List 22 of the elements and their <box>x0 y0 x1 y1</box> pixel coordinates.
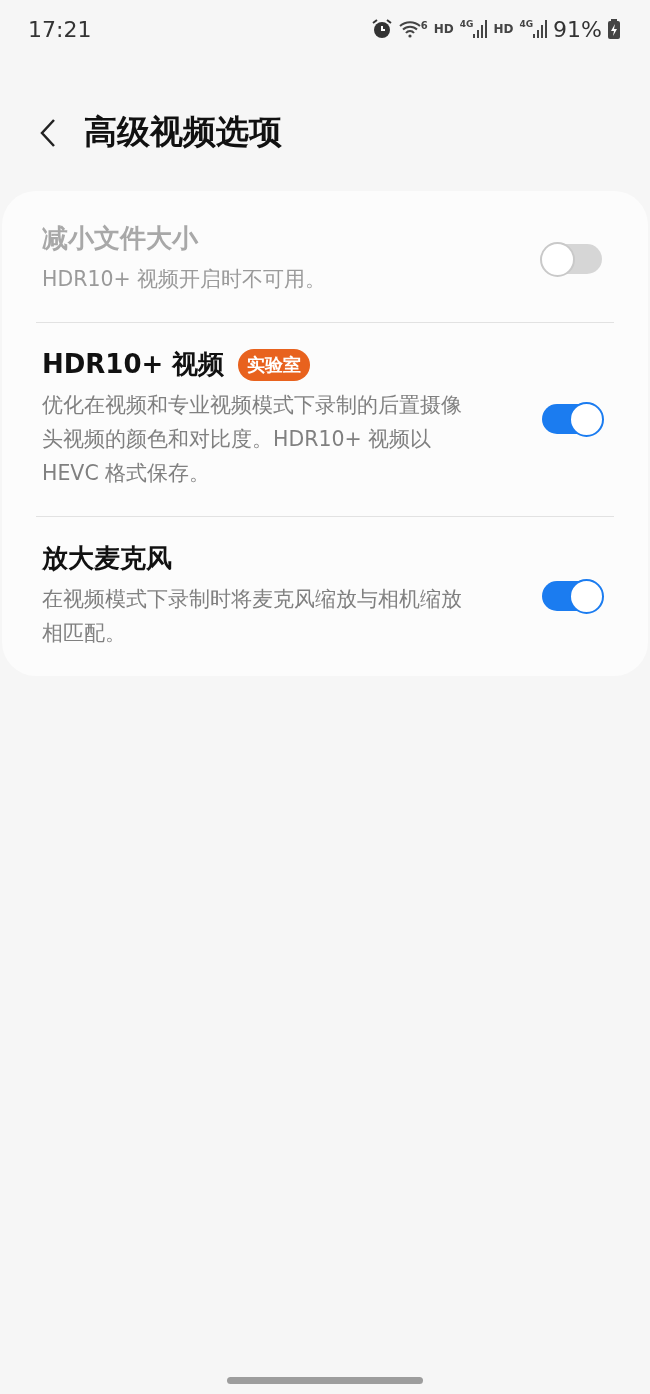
setting-title: HDR10+ 视频 <box>42 348 225 381</box>
signal-icon <box>533 19 548 39</box>
setting-title: 放大麦克风 <box>42 542 172 575</box>
setting-title: 减小文件大小 <box>42 222 198 255</box>
wifi-icon <box>398 20 421 38</box>
network-label: 4G <box>459 19 474 29</box>
alarm-icon <box>370 18 393 40</box>
signal-icon <box>473 19 488 39</box>
setting-description: HDR10+ 视频开启时不可用。 <box>42 266 327 293</box>
back-button[interactable] <box>40 117 56 148</box>
hd-label: HD <box>433 22 454 36</box>
clock: 17:21 <box>28 16 92 42</box>
setting-description: 优化在视频和专业视频模式下录制的后置摄像头视频的颜色和对比度。HDR10+ 视频以 HEVC 格式保存。 <box>42 392 463 487</box>
battery-percentage: 91% <box>553 16 602 42</box>
toggle-switch[interactable] <box>542 580 602 611</box>
toggle-switch[interactable] <box>542 403 602 434</box>
network-label: 4G <box>519 19 534 29</box>
wifi-label: 6 <box>420 20 428 31</box>
hd-label: HD <box>493 22 514 36</box>
setting-description: 在视频模式下录制时将麦克风缩放与相机缩放相匹配。 <box>42 586 463 647</box>
lab-badge: 实验室 <box>238 348 311 381</box>
page-title: 高级视频选项 <box>84 111 282 153</box>
